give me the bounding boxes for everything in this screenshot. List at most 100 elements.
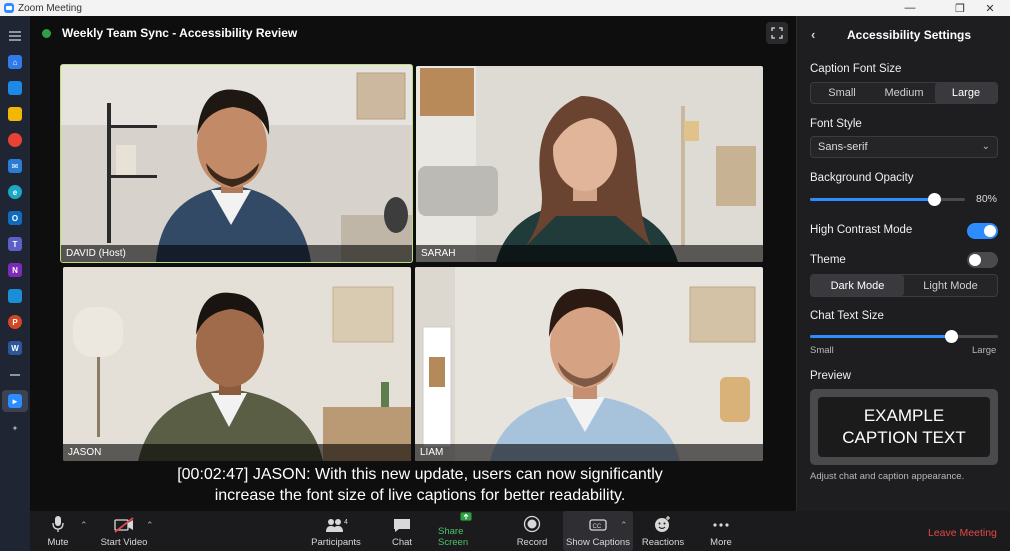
chat-button[interactable]: Chat	[388, 511, 416, 551]
reactions-icon	[655, 516, 670, 532]
theme-selector: Dark Mode Light Mode	[810, 274, 998, 297]
accessibility-panel: ‹ Accessibility Settings Caption Font Si…	[796, 16, 1010, 551]
svg-text:CC: CC	[593, 524, 602, 530]
start-video-button[interactable]: Start Video	[98, 511, 150, 551]
show-captions-label: Show Captions	[566, 537, 630, 548]
slider-fill	[810, 335, 951, 338]
more-button[interactable]: More	[706, 511, 736, 551]
font-style-label: Font Style	[810, 118, 862, 130]
high-contrast-toggle[interactable]	[967, 223, 998, 239]
home-icon[interactable]: ⌂	[8, 55, 22, 69]
panel-title: Accessibility Settings	[847, 28, 972, 42]
participants-count: 4	[344, 519, 348, 526]
chat-size-min-label: Small	[810, 345, 834, 356]
participant-video	[415, 267, 763, 461]
font-size-small-option[interactable]: Small	[811, 83, 873, 103]
preview-text: CAPTION TEXT	[842, 428, 966, 447]
slider-handle[interactable]	[945, 330, 958, 343]
leave-meeting-button[interactable]: Leave Meeting	[928, 527, 997, 539]
word-icon[interactable]: W	[8, 341, 22, 355]
zoom-app: Zoom Meeting — ❐ ✕ ⌂ ✉ e O T N P W ► ✦ W…	[0, 0, 1010, 551]
chevron-up-icon[interactable]: ⌃	[620, 520, 628, 531]
live-caption: [00:02:47] JASON: With this new update, …	[130, 464, 710, 506]
chrome-icon[interactable]	[8, 133, 22, 147]
meeting-title: Weekly Team Sync - Accessibility Review	[62, 26, 298, 40]
minimize-icon[interactable]: —	[890, 0, 930, 16]
share-screen-button[interactable]: Share Screen	[438, 511, 494, 551]
reactions-button[interactable]: Reactions	[641, 511, 685, 551]
edge-icon[interactable]: e	[8, 185, 22, 199]
close-icon[interactable]: ✕	[970, 0, 1010, 16]
onenote-icon[interactable]: N	[8, 263, 22, 277]
status-dot-icon	[42, 28, 51, 38]
record-button[interactable]: Record	[514, 511, 550, 551]
caption-font-size-label: Caption Font Size	[810, 63, 902, 75]
divider	[10, 374, 20, 376]
caption-line: increase the font size of live captions …	[214, 487, 626, 504]
dark-mode-option[interactable]: Dark Mode	[811, 275, 904, 296]
participants-icon: 4	[326, 519, 348, 532]
expand-icon	[771, 27, 783, 39]
participant-video	[416, 66, 763, 262]
back-icon[interactable]: ‹	[811, 27, 815, 42]
meeting-header: Weekly Team Sync - Accessibility Review	[42, 26, 297, 40]
folder-icon[interactable]	[8, 107, 22, 121]
share-screen-icon	[460, 512, 472, 521]
teams-icon[interactable]: T	[8, 237, 22, 251]
outlook-icon[interactable]: O	[8, 211, 22, 225]
video-tile-sarah[interactable]: SARAH	[416, 66, 763, 262]
mute-label: Mute	[47, 537, 69, 548]
caption-line: [00:02:47] JASON: With this new update, …	[177, 466, 663, 483]
toggle-knob	[984, 225, 996, 237]
participants-button[interactable]: 4 Participants	[308, 511, 364, 551]
video-tile-jason[interactable]: JASON	[63, 267, 411, 461]
share-screen-label: Share Screen	[438, 526, 469, 548]
os-taskbar: ⌂ ✉ e O T N P W ► ✦	[0, 16, 30, 551]
participant-video	[63, 267, 411, 461]
store-icon[interactable]	[8, 289, 22, 303]
desktop-icon[interactable]	[8, 81, 22, 95]
start-video-label: Start Video	[100, 537, 148, 548]
theme-toggle[interactable]	[967, 252, 998, 268]
preview-box: EXAMPLE CAPTION TEXT	[818, 397, 990, 457]
fullscreen-button[interactable]	[766, 22, 788, 44]
chat-text-size-label: Chat Text Size	[810, 310, 884, 322]
video-tile-david[interactable]: DAVID (Host)	[60, 64, 413, 263]
more-label: More	[710, 537, 732, 548]
captions-icon: CC	[589, 519, 607, 531]
caption-preview: EXAMPLE CAPTION TEXT	[810, 389, 998, 465]
slider-handle[interactable]	[928, 193, 941, 206]
more-icon	[713, 523, 729, 527]
chevron-up-icon[interactable]: ⌃	[146, 520, 154, 531]
chat-text-size-slider[interactable]	[810, 330, 998, 343]
high-contrast-label: High Contrast Mode	[810, 224, 913, 236]
mute-button[interactable]: Mute	[44, 511, 72, 551]
font-size-medium-option[interactable]: Medium	[873, 83, 935, 103]
window-title: Zoom Meeting	[18, 2, 82, 14]
mail-icon[interactable]: ✉	[8, 159, 22, 173]
participant-name: DAVID (Host)	[61, 245, 412, 262]
font-size-large-option[interactable]: Large	[935, 83, 997, 103]
toggle-knob	[969, 254, 981, 266]
chat-icon	[394, 519, 410, 532]
slider-fill	[810, 198, 934, 201]
chevron-up-icon[interactable]: ⌃	[80, 520, 88, 531]
font-style-dropdown[interactable]: Sans-serif ⌄	[810, 136, 998, 158]
reactions-label: Reactions	[641, 537, 685, 548]
record-icon	[523, 515, 541, 533]
background-opacity-label: Background Opacity	[810, 172, 914, 184]
panel-header: ‹ Accessibility Settings	[797, 16, 1010, 52]
powerpoint-icon[interactable]: P	[8, 315, 22, 329]
show-captions-button[interactable]: CC Show Captions	[563, 511, 633, 551]
sparkle-icon[interactable]: ✦	[8, 421, 22, 435]
video-tile-liam[interactable]: LIAM	[415, 267, 763, 461]
record-label: Record	[516, 537, 548, 548]
meeting-area: Weekly Team Sync - Accessibility Review	[30, 16, 796, 511]
background-opacity-slider[interactable]	[810, 193, 965, 206]
menu-icon[interactable]	[9, 31, 21, 33]
zoom-taskbar-icon[interactable]: ►	[8, 394, 22, 408]
chat-label: Chat	[391, 537, 413, 548]
theme-label: Theme	[810, 254, 846, 266]
light-mode-option[interactable]: Light Mode	[904, 275, 997, 296]
participant-name: LIAM	[415, 444, 763, 461]
